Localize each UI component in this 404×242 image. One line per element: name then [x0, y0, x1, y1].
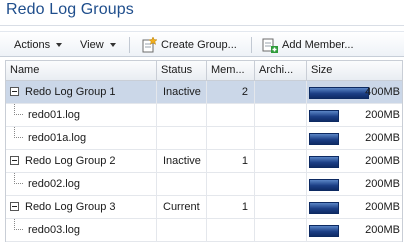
chevron-down-icon [109, 42, 116, 47]
size-bar [309, 202, 339, 214]
size-label: 200MB [365, 109, 400, 121]
tree-connector [14, 219, 23, 230]
create-group-button[interactable]: Create Group... [141, 32, 237, 57]
view-menu-label: View [80, 38, 104, 51]
column-header-archived[interactable]: Archi... [255, 61, 307, 80]
size-label: 400MB [365, 86, 400, 98]
size-cell: 200MB [307, 150, 404, 172]
status-cell: Inactive [157, 81, 207, 103]
tree-connector [14, 104, 23, 115]
members-cell [207, 173, 255, 195]
redo-log-groups-table: Name Status Mem... Archi... Size Redo Lo… [5, 60, 403, 242]
archived-cell [255, 219, 307, 241]
size-cell: 200MB [307, 127, 404, 149]
members-cell [207, 127, 255, 149]
actions-menu[interactable]: Actions [14, 32, 63, 57]
table-right-border [402, 60, 403, 242]
member-row[interactable]: redo01a.log 200MB [6, 127, 402, 150]
group-row[interactable]: Redo Log Group 1 Inactive 2 400MB [6, 81, 402, 104]
members-cell: 2 [207, 81, 255, 103]
size-cell: 400MB [307, 81, 404, 103]
name-cell: redo03.log [6, 219, 157, 241]
status-cell: Current [157, 196, 207, 218]
group-name: Redo Log Group 1 [25, 86, 116, 98]
toolbar-separator [251, 37, 252, 53]
member-file-name: redo01.log [28, 109, 80, 121]
column-header-members[interactable]: Mem... [207, 61, 255, 80]
status-cell: Inactive [157, 150, 207, 172]
add-member-icon [262, 37, 278, 53]
create-group-label: Create Group... [161, 38, 237, 51]
member-row[interactable]: redo03.log 200MB [6, 219, 402, 242]
size-bar [309, 225, 339, 237]
status-cell [157, 104, 207, 126]
collapse-icon[interactable] [10, 202, 19, 211]
size-label: 200MB [365, 178, 400, 190]
toolbar: Actions View Create Group... Add Member.… [0, 31, 404, 57]
member-file-name: redo02.log [28, 178, 80, 190]
size-bar [309, 179, 339, 191]
member-row[interactable]: redo02.log 200MB [6, 173, 402, 196]
group-row[interactable]: Redo Log Group 2 Inactive 1 200MB [6, 150, 402, 173]
size-bar [309, 156, 339, 168]
status-cell [157, 173, 207, 195]
view-menu[interactable]: View [80, 32, 116, 57]
name-cell: Redo Log Group 2 [6, 150, 157, 172]
column-header-name[interactable]: Name [6, 61, 157, 80]
member-file-name: redo03.log [28, 224, 80, 236]
size-cell: 200MB [307, 173, 404, 195]
create-group-icon [141, 35, 158, 53]
tree-connector [14, 173, 23, 184]
size-label: 200MB [365, 155, 400, 167]
collapse-icon[interactable] [10, 87, 19, 96]
archived-cell [255, 196, 307, 218]
archived-cell [255, 150, 307, 172]
chevron-down-icon [56, 42, 63, 47]
name-cell: Redo Log Group 1 [6, 81, 157, 103]
members-cell [207, 104, 255, 126]
archived-cell [255, 104, 307, 126]
size-bar [309, 110, 339, 122]
members-cell: 1 [207, 196, 255, 218]
page-title: Redo Log Groups [6, 1, 134, 18]
title-divider [0, 25, 404, 26]
add-member-button[interactable]: Add Member... [262, 32, 354, 57]
status-cell [157, 127, 207, 149]
archived-cell [255, 173, 307, 195]
actions-menu-label: Actions [14, 38, 51, 51]
name-cell: redo02.log [6, 173, 157, 195]
member-row[interactable]: redo01.log 200MB [6, 104, 402, 127]
size-label: 200MB [365, 201, 400, 213]
member-file-name: redo01a.log [28, 132, 87, 144]
status-cell [157, 219, 207, 241]
size-bar [309, 87, 369, 99]
members-cell [207, 219, 255, 241]
size-label: 200MB [365, 132, 400, 144]
name-cell: redo01a.log [6, 127, 157, 149]
group-name: Redo Log Group 3 [25, 201, 116, 213]
name-cell: Redo Log Group 3 [6, 196, 157, 218]
size-bar [309, 133, 339, 145]
size-cell: 200MB [307, 219, 404, 241]
size-cell: 200MB [307, 196, 404, 218]
column-header-status[interactable]: Status [157, 61, 207, 80]
size-label: 200MB [365, 224, 400, 236]
size-cell: 200MB [307, 104, 404, 126]
group-name: Redo Log Group 2 [25, 155, 116, 167]
group-row[interactable]: Redo Log Group 3 Current 1 200MB [6, 196, 402, 219]
name-cell: redo01.log [6, 104, 157, 126]
collapse-icon[interactable] [10, 156, 19, 165]
table-header: Name Status Mem... Archi... Size [6, 61, 402, 81]
add-member-label: Add Member... [282, 38, 354, 51]
column-header-size[interactable]: Size [307, 61, 404, 80]
archived-cell [255, 81, 307, 103]
tree-connector [14, 127, 23, 138]
members-cell: 1 [207, 150, 255, 172]
toolbar-separator [129, 37, 130, 53]
archived-cell [255, 127, 307, 149]
